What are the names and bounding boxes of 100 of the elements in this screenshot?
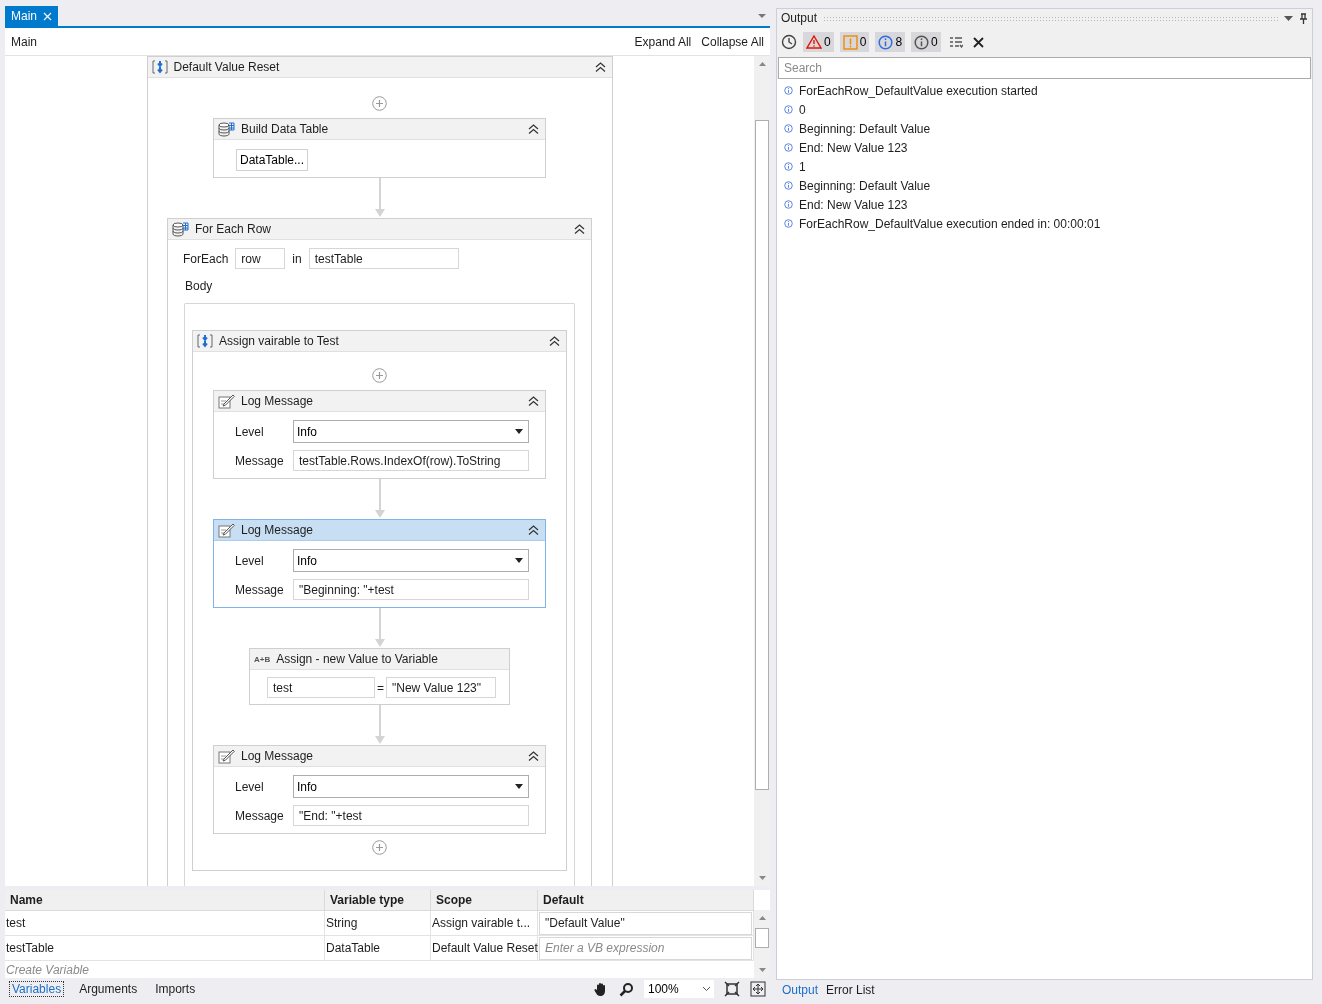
level-dropdown[interactable]: Info — [293, 549, 529, 572]
body-label: Body — [184, 278, 214, 293]
scroll-up-icon[interactable] — [758, 62, 766, 66]
add-activity-icon[interactable] — [372, 96, 387, 111]
log-message-activity[interactable]: Log Message Level Info Message testTable.Rows.IndexOf(row).ToString — [213, 390, 546, 479]
add-activity-icon[interactable] — [372, 368, 387, 383]
scroll-up-icon[interactable] — [758, 916, 766, 920]
variable-type-cell: DataTable — [325, 936, 431, 961]
activity-title: Log Message — [241, 749, 315, 763]
connector-arrow — [374, 479, 385, 519]
collapse-icon — [549, 336, 560, 346]
create-variable-row[interactable]: Create Variable — [5, 961, 754, 979]
collapse-icon — [528, 124, 539, 134]
vertical-scrollbar[interactable] — [754, 910, 770, 978]
log-filter-button[interactable]: 0 — [803, 32, 834, 52]
column-header[interactable]: Scope — [431, 890, 538, 911]
panel-tab[interactable]: Variables — [9, 981, 65, 997]
pencil-note-icon — [218, 393, 235, 409]
default-value-field[interactable]: "Default Value" — [539, 911, 752, 935]
message-field[interactable]: testTable.Rows.IndexOf(row).ToString — [293, 450, 529, 471]
info-icon — [784, 181, 793, 190]
column-header[interactable]: Variable type — [325, 890, 431, 911]
assign-activity[interactable]: A+B Assign - new Value to Variable test = "New Value 123" — [249, 648, 510, 705]
level-label: Level — [235, 779, 265, 794]
fit-to-screen-icon[interactable] — [724, 981, 740, 997]
item-field[interactable]: row — [235, 248, 286, 269]
variable-type-cell: String — [325, 911, 431, 936]
for-each-row-activity[interactable] — [167, 218, 592, 886]
column-header[interactable]: Name — [5, 890, 325, 911]
sequence-icon — [151, 60, 168, 74]
clock-icon[interactable] — [781, 34, 797, 50]
search-field[interactable]: Search — [778, 57, 1311, 79]
assign-to-field[interactable]: test — [267, 677, 375, 698]
column-header[interactable]: Default — [538, 890, 754, 911]
search-icon[interactable] — [619, 981, 634, 997]
document-tab[interactable]: Main — [5, 6, 58, 26]
full-view-icon[interactable] — [750, 981, 766, 997]
add-activity-icon[interactable] — [372, 840, 387, 855]
info-icon — [784, 219, 793, 228]
dropdown-icon[interactable] — [757, 13, 767, 19]
activity-title: Assign - new Value to Variable — [276, 652, 439, 666]
activity-title: Default Value Reset — [173, 60, 281, 74]
activity-title: Log Message — [241, 523, 315, 537]
info-icon — [914, 34, 930, 50]
chevron-down-icon[interactable] — [703, 987, 710, 991]
level-dropdown[interactable]: Info — [293, 420, 529, 443]
message-label: Message — [235, 453, 285, 468]
activity-title: For Each Row — [195, 222, 273, 236]
log-line: Beginning: Default Value — [799, 178, 931, 193]
sequence-icon — [197, 334, 213, 348]
log-message-activity[interactable]: Log Message Level Info Message "End: "+test — [213, 745, 546, 834]
data-table-button[interactable]: DataTable... — [236, 149, 309, 171]
assign-icon: A+B — [254, 654, 271, 664]
log-filter-button[interactable]: 8 — [875, 32, 906, 52]
dropdown-icon[interactable] — [1284, 15, 1293, 21]
scroll-down-icon[interactable] — [758, 876, 766, 880]
log-line: ForEachRow_DefaultValue execution started — [799, 83, 1038, 98]
panel-tab[interactable]: Error List — [823, 983, 878, 997]
log-line: End: New Value 123 — [799, 140, 908, 155]
level-label: Level — [235, 424, 265, 439]
data-table-icon — [218, 121, 235, 137]
connector-arrow — [374, 178, 385, 218]
message-field[interactable]: "End: "+test — [293, 805, 529, 826]
log-line: End: New Value 123 — [799, 197, 908, 212]
log-line: ForEachRow_DefaultValue execution ended in: 00:00:01 — [799, 216, 1101, 231]
collapse-icon — [594, 62, 606, 72]
log-filter-button[interactable]: 0 — [911, 32, 941, 52]
info-icon — [878, 34, 894, 50]
default-value-field[interactable]: Enter a VB expression — [539, 936, 752, 960]
pin-icon[interactable] — [1299, 12, 1308, 24]
collapse-icon — [528, 396, 539, 406]
pencil-note-icon — [218, 748, 235, 764]
log-filter-button[interactable]: 0 — [839, 32, 870, 52]
panel-tab[interactable]: Imports — [152, 981, 199, 997]
log-message-activity[interactable]: Log Message Level Info Message "Beginning: "+test — [213, 519, 546, 608]
assign-value-field[interactable]: "New Value 123" — [386, 677, 496, 698]
vertical-scrollbar[interactable] — [754, 56, 770, 886]
panel-tab[interactable]: Output — [779, 983, 822, 997]
panel-tab[interactable]: Arguments — [76, 981, 141, 997]
connector-arrow — [374, 608, 385, 648]
clear-icon[interactable] — [970, 34, 986, 50]
warning-triangle-icon — [806, 35, 822, 49]
data-table-icon — [172, 221, 189, 237]
in-label: in — [292, 251, 302, 266]
breadcrumb[interactable]: Main — [11, 34, 37, 49]
build-data-table-activity[interactable]: Build Data Table DataTable... — [213, 118, 546, 178]
designer-action-button[interactable]: Expand All — [624, 34, 692, 49]
close-icon[interactable] — [43, 11, 52, 21]
designer-action-button[interactable]: Collapse All — [691, 34, 764, 49]
info-icon — [784, 143, 793, 152]
sequence-activity[interactable] — [146, 56, 613, 886]
collection-field[interactable]: testTable — [308, 248, 459, 269]
equals-sign: = — [377, 680, 384, 695]
scroll-down-icon[interactable] — [758, 968, 766, 972]
log-line: 1 — [799, 159, 806, 174]
level-dropdown[interactable]: Info — [293, 775, 529, 798]
activity-title: Build Data Table — [241, 122, 330, 136]
zoom-dropdown[interactable]: 100% — [644, 980, 714, 998]
connector-arrow — [374, 705, 385, 745]
message-field[interactable]: "Beginning: "+test — [293, 579, 529, 600]
